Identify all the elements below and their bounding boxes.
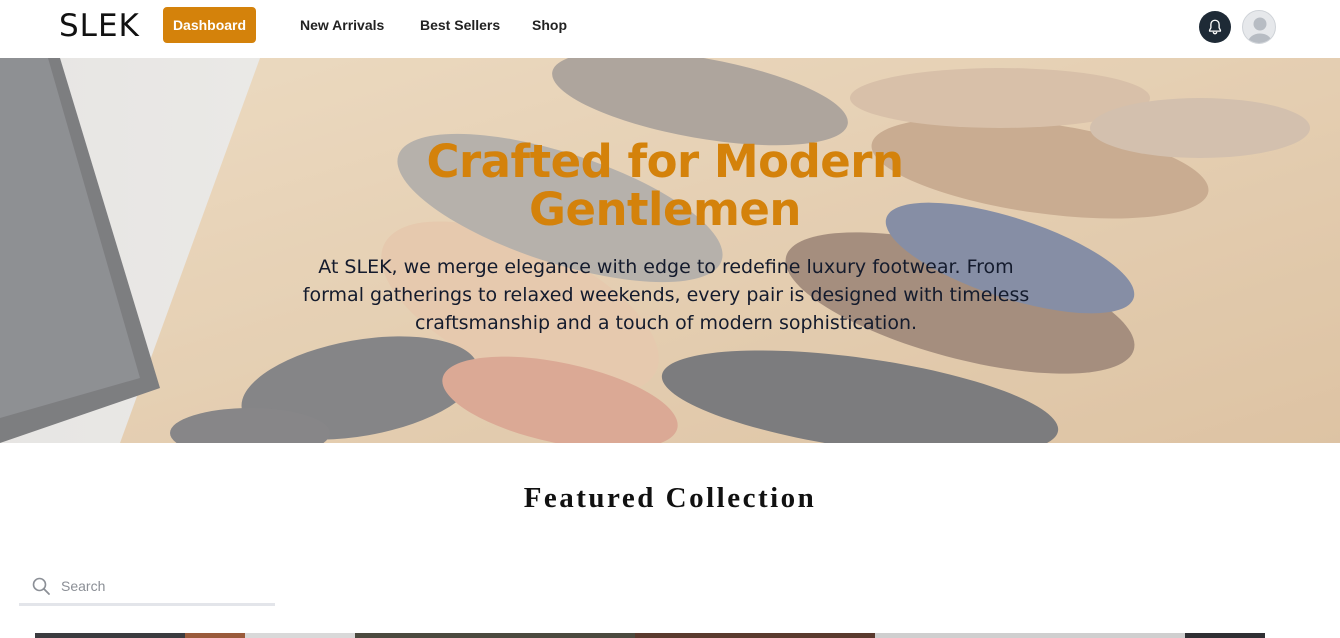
product-card-peek[interactable] xyxy=(35,633,185,638)
notifications-button[interactable] xyxy=(1199,11,1231,43)
product-card-peek[interactable] xyxy=(355,633,635,638)
hero-title: Crafted for Modern Gentlemen xyxy=(426,135,904,236)
hero-overlay xyxy=(0,58,1340,443)
user-avatar-icon xyxy=(1247,17,1273,43)
product-card-peek[interactable] xyxy=(875,633,1185,638)
product-card-peek[interactable] xyxy=(245,633,355,638)
profile-avatar-button[interactable] xyxy=(1242,10,1276,44)
search-input[interactable] xyxy=(59,574,269,598)
search-bar xyxy=(19,570,275,606)
hero-description: At SLEK, we merge elegance with edge to … xyxy=(302,256,1030,334)
nav-link-best-sellers[interactable]: Best Sellers xyxy=(420,16,500,34)
top-navbar: SLEK Dashboard New Arrivals Best Sellers… xyxy=(0,0,1340,58)
hero-banner: Crafted for Modern Gentlemen At SLEK, we… xyxy=(0,58,1340,443)
product-card-peek[interactable] xyxy=(185,633,245,638)
product-card-peek[interactable] xyxy=(635,633,875,638)
bell-icon xyxy=(1208,19,1222,35)
brand-logo[interactable]: SLEK xyxy=(59,6,140,46)
nav-link-new-arrivals[interactable]: New Arrivals xyxy=(300,16,384,34)
nav-link-shop[interactable]: Shop xyxy=(532,16,567,34)
featured-collection-heading: Featured Collection xyxy=(523,482,817,514)
search-icon xyxy=(32,577,50,595)
product-cards-row xyxy=(35,633,1305,638)
nav-dashboard-button[interactable]: Dashboard xyxy=(163,7,256,43)
product-card-peek[interactable] xyxy=(1185,633,1265,638)
